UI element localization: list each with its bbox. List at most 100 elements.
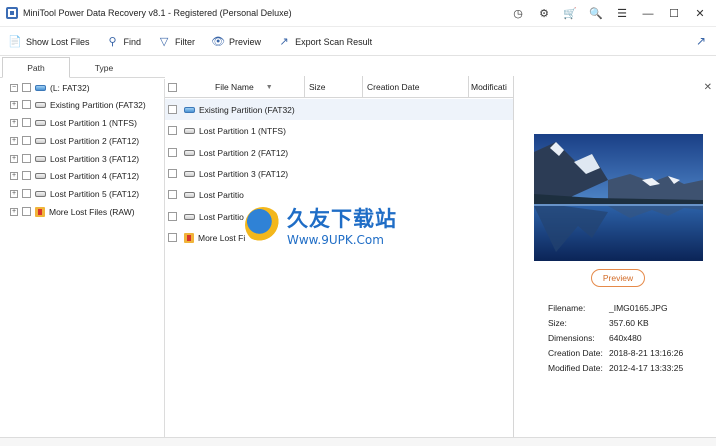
tree-item[interactable]: + Lost Partition 2 (FAT12)	[10, 132, 139, 149]
expand-icon[interactable]: +	[10, 100, 18, 109]
checkbox[interactable]	[22, 207, 31, 216]
file-row-name: Lost Partition 1 (NTFS)	[199, 125, 286, 136]
file-info: Filename: _IMG0165.JPG Size: 357.60 KB D…	[548, 300, 683, 376]
file-row[interactable]: Lost Partition 2 (FAT12)	[165, 142, 513, 163]
show-lost-files-label: Show Lost Files	[26, 36, 90, 47]
column-modification-date[interactable]: Modificati	[469, 76, 513, 98]
tree-item[interactable]: + Lost Partition 5 (FAT12)	[10, 185, 139, 202]
checkbox[interactable]	[22, 118, 31, 127]
preview-button[interactable]: Preview	[591, 269, 645, 287]
toolbar: 📄 Show Lost Files ⚲ Find ▽ Filter 👁 Prev…	[0, 28, 716, 56]
file-row[interactable]: More Lost Fi	[165, 227, 513, 248]
tree-item-label: Lost Partition 2 (FAT12)	[50, 135, 140, 146]
drive-icon	[35, 172, 46, 179]
expand-icon[interactable]: +	[10, 207, 18, 216]
drive-icon	[35, 137, 46, 144]
tree-item[interactable]: + Existing Partition (FAT32)	[10, 96, 146, 113]
info-key: Modified Date:	[548, 363, 603, 374]
file-row-name: Existing Partition (FAT32)	[199, 104, 295, 115]
tree-item-label: Existing Partition (FAT32)	[50, 99, 146, 110]
preview-toolbar-button[interactable]: 👁 Preview	[211, 31, 261, 53]
checkbox[interactable]	[22, 154, 31, 163]
search-icon: ⚲	[108, 36, 117, 48]
close-preview-icon[interactable]: ✕	[704, 82, 712, 93]
collapse-icon[interactable]: −	[10, 83, 18, 92]
column-creation-date[interactable]: Creation Date	[363, 76, 469, 98]
export-scan-result-button[interactable]: ↗ Export Scan Result	[277, 31, 372, 53]
share-icon[interactable]: ↗	[692, 32, 710, 50]
file-list: File Name ▼ Size Creation Date Modificat…	[165, 76, 514, 437]
checkbox[interactable]	[168, 233, 177, 242]
column-name-label: File Name	[215, 82, 254, 92]
expand-icon[interactable]: +	[10, 118, 18, 127]
drive-icon	[35, 84, 46, 91]
checkbox[interactable]	[22, 136, 31, 145]
expand-icon[interactable]: +	[10, 189, 18, 198]
file-row-name: Lost Partition 2 (FAT12)	[199, 147, 289, 158]
tree-item-label: Lost Partition 4 (FAT12)	[50, 170, 140, 181]
drive-icon	[184, 127, 195, 134]
checkbox[interactable]	[22, 189, 31, 198]
tab-path[interactable]: Path	[2, 57, 70, 78]
find-button[interactable]: ⚲ Find	[106, 31, 142, 53]
checkbox[interactable]	[168, 105, 177, 114]
preview-thumbnail	[534, 134, 703, 261]
maximize-icon[interactable]: ☐	[664, 4, 684, 24]
file-row[interactable]: Lost Partition 1 (NTFS)	[165, 120, 513, 141]
checkbox[interactable]	[168, 126, 177, 135]
info-row-filename: Filename: _IMG0165.JPG	[548, 300, 683, 315]
expand-icon[interactable]: +	[10, 154, 18, 163]
info-row-size: Size: 357.60 KB	[548, 315, 683, 330]
tree-item[interactable]: + Lost Partition 3 (FAT12)	[10, 150, 139, 167]
expand-icon[interactable]: +	[10, 136, 18, 145]
preview-toolbar-label: Preview	[229, 36, 262, 47]
column-size[interactable]: Size	[305, 76, 363, 98]
cart-icon[interactable]: 🛒	[560, 4, 580, 24]
file-row-name: Lost Partitio	[199, 211, 244, 222]
checkbox[interactable]	[168, 212, 177, 221]
drive-icon	[35, 119, 46, 126]
tree-root[interactable]: − (L: FAT32)	[10, 79, 90, 96]
tree-item-label: Lost Partition 3 (FAT12)	[50, 153, 140, 164]
checkbox[interactable]	[22, 83, 31, 92]
mountain-lake-image	[534, 134, 703, 261]
file-row[interactable]: Existing Partition (FAT32)	[165, 99, 513, 120]
support-icon[interactable]: ⚙	[534, 4, 554, 24]
info-key: Dimensions:	[548, 332, 595, 343]
menu-icon[interactable]: ☰	[612, 4, 632, 24]
expand-icon[interactable]: +	[10, 171, 18, 180]
tree-item[interactable]: + Lost Partition 1 (NTFS)	[10, 114, 137, 131]
show-lost-files-button[interactable]: 📄 Show Lost Files	[8, 31, 90, 53]
tab-type[interactable]: Type	[70, 57, 138, 78]
checkbox[interactable]	[168, 190, 177, 199]
eye-icon: 👁	[211, 36, 226, 48]
file-row[interactable]: Lost Partitio	[165, 206, 513, 227]
checkbox[interactable]	[22, 100, 31, 109]
drive-icon	[184, 213, 195, 220]
checkbox[interactable]	[22, 171, 31, 180]
drive-icon	[184, 106, 195, 113]
timer-icon[interactable]: ◷	[508, 4, 528, 24]
info-row-dimensions: Dimensions: 640x480	[548, 330, 683, 345]
column-name[interactable]: File Name ▼	[165, 76, 305, 98]
export-scan-result-label: Export Scan Result	[295, 36, 373, 47]
drive-icon	[184, 149, 195, 156]
file-list-header: File Name ▼ Size Creation Date Modificat…	[165, 76, 513, 98]
checkbox[interactable]	[168, 148, 177, 157]
file-row[interactable]: Lost Partition 3 (FAT12)	[165, 163, 513, 184]
info-value: 2018-8-21 13:16:26	[609, 348, 684, 359]
tree-item[interactable]: + More Lost Files (RAW)	[10, 203, 135, 220]
info-value: 357.60 KB	[609, 317, 649, 328]
checkbox[interactable]	[168, 169, 177, 178]
file-row-name: Lost Partition 3 (FAT12)	[199, 168, 289, 179]
info-row-creation-date: Creation Date: 2018-8-21 13:16:26	[548, 346, 683, 361]
select-all-checkbox[interactable]	[168, 82, 177, 92]
file-row[interactable]: Lost Partitio	[165, 184, 513, 205]
key-icon[interactable]: 🔍	[586, 4, 606, 24]
app-logo-icon	[6, 7, 18, 19]
minimize-icon[interactable]: —	[638, 4, 658, 24]
close-icon[interactable]: ✕	[690, 4, 710, 24]
filter-button[interactable]: ▽ Filter	[157, 31, 195, 53]
tree-item[interactable]: + Lost Partition 4 (FAT12)	[10, 167, 139, 184]
info-key: Creation Date:	[548, 348, 603, 359]
